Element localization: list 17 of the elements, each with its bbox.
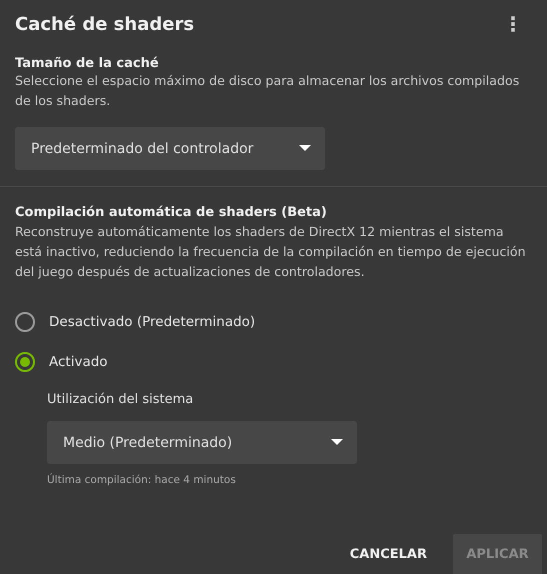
more-menu-button[interactable]: ⋮ <box>499 12 527 36</box>
last-compile-text: Última compilación: hace 4 minutos <box>47 474 237 486</box>
cancel-button[interactable]: CANCELAR <box>346 534 431 574</box>
radio-option[interactable]: Activado <box>15 342 532 382</box>
section-description: Reconstruye automáticamente los shaders de DirectX 12 mientras el sistema está inactivo, reduciendo la frecuencia de la compilación en tiempo de ejecución del juego después de actualizaciones de controladores. <box>15 223 527 281</box>
caret-icon <box>299 145 311 152</box>
usage-label: Utilización del sistema <box>47 392 194 407</box>
section-heading: Compilación automática de shaders (Beta) <box>15 205 328 220</box>
radio-button[interactable] <box>15 312 35 332</box>
section-heading: Tamaño de la caché <box>15 56 160 71</box>
dialog-title: Caché de shaders <box>15 14 194 34</box>
dropdown[interactable]: Predeterminado del controlador <box>15 127 325 170</box>
radio-button[interactable] <box>15 352 35 372</box>
dropdown[interactable]: Medio (Predeterminado) <box>47 421 357 464</box>
radio-option[interactable]: Desactivado (Predeterminado) <box>15 302 532 342</box>
section-description: Seleccione el espacio máximo de disco para almacenar los archivos compilados de los shaders. <box>15 72 520 110</box>
caret-icon <box>331 439 343 446</box>
